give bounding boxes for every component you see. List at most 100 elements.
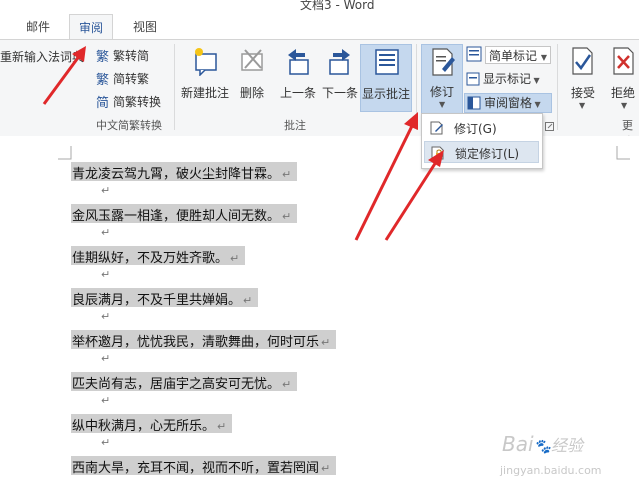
reviewing-pane-label: 审阅窗格 xyxy=(484,96,533,110)
accept-button[interactable]: 接受 ▼ xyxy=(563,44,603,112)
document-line[interactable]: 佳期纵好，不及万姓齐歌。 ↵ xyxy=(71,246,246,266)
dialog-launcher-icon[interactable] xyxy=(545,120,555,131)
group-separator xyxy=(557,44,558,130)
arrow-right-icon xyxy=(329,49,350,75)
ribbon-tabs: 邮件 审阅 视图 xyxy=(0,14,639,40)
document-line[interactable]: 西南大旱，充耳不闻，视而不听，置若罔闻 ↵ xyxy=(71,456,337,476)
previous-comment-label: 上一条 xyxy=(279,86,316,100)
empty-paragraph-mark: ↵ xyxy=(101,310,111,323)
window-title: 文档3 - Word xyxy=(300,0,375,12)
group-separator xyxy=(416,44,417,130)
accept-icon xyxy=(572,47,593,75)
paragraph-mark: ↵ xyxy=(321,462,331,475)
track-changes-menu: 修订(G) 锁定修订(L) xyxy=(421,113,543,169)
reviewing-pane-icon xyxy=(467,96,481,110)
menu-item-label: 修订(G) xyxy=(454,122,497,136)
watermark-url: jingyan.baidu.com xyxy=(500,464,602,477)
empty-paragraph-mark: ↵ xyxy=(101,268,111,281)
new-comment-button[interactable]: 新建批注 xyxy=(180,44,230,112)
track-changes-icon xyxy=(432,48,455,76)
markup-icon xyxy=(466,46,482,62)
paragraph-mark: ↵ xyxy=(243,294,253,307)
conversion-label: 简繁转换 xyxy=(113,95,162,109)
document-line[interactable]: 举杯邀月，忧忧我民，清歌舞曲，何时可乐 ↵ xyxy=(71,330,337,350)
group-separator xyxy=(174,44,175,130)
delete-comment-label: 删除 xyxy=(239,86,264,100)
show-comments-label: 显示批注 xyxy=(361,87,410,101)
show-markup-icon xyxy=(466,72,480,86)
chevron-down-icon: ▼ xyxy=(621,101,628,110)
reject-label: 拒绝 xyxy=(611,86,636,100)
empty-paragraph-mark: ↵ xyxy=(101,394,111,407)
next-comment-button[interactable]: 下一条 xyxy=(320,44,360,112)
chevron-down-icon: ▼ xyxy=(540,53,547,62)
line-text: 匹夫尚有志，居庙宇之高安可无忧。 xyxy=(72,377,281,392)
ribbon: 重新输入法词典 繁繁转简 繁简转繁 简简繁转换 中文简繁转换 新建批注 删除 上… xyxy=(0,39,639,148)
menu-item-lock-tracking[interactable]: 锁定修订(L) xyxy=(424,141,539,163)
chevron-down-icon: ▼ xyxy=(532,100,541,109)
document-line[interactable]: 纵中秋满月，心无所乐。 ↵ xyxy=(71,414,233,434)
to-traditional-button[interactable]: 繁简转繁 xyxy=(96,70,149,90)
line-text: 金风玉露一相逢，便胜却人间无数。 xyxy=(72,209,281,224)
delete-comment-button[interactable]: 删除 xyxy=(229,44,275,112)
reviewing-pane-button[interactable]: 审阅窗格 ▼ xyxy=(464,93,552,113)
empty-paragraph-mark: ↵ xyxy=(101,436,111,449)
arrow-left-icon xyxy=(288,49,309,75)
tab-mailings[interactable]: 邮件 xyxy=(26,18,50,35)
previous-comment-button[interactable]: 上一条 xyxy=(276,44,320,112)
chevron-down-icon: ▼ xyxy=(531,76,540,85)
document-line[interactable]: 青龙凌云驾九霄，破火尘封降甘霖。 ↵ xyxy=(71,162,298,182)
line-text: 西南大旱，充耳不闻，视而不听，置若罔闻 xyxy=(72,461,320,476)
empty-paragraph-mark: ↵ xyxy=(101,184,111,197)
chevron-down-icon: ▼ xyxy=(579,101,586,110)
comments-group-label: 批注 xyxy=(284,119,306,132)
track-changes-label: 修订 xyxy=(429,85,454,99)
line-text: 举杯邀月，忧忧我民，清歌舞曲，何时可乐 xyxy=(72,335,320,350)
document-line[interactable]: 匹夫尚有志，居庙宇之高安可无忧。 ↵ xyxy=(71,372,298,392)
new-comment-icon xyxy=(195,48,217,76)
markup-dropdown[interactable]: 简单标记 ▼ xyxy=(485,46,551,64)
line-text: 纵中秋满月，心无所乐。 xyxy=(72,419,216,434)
to-traditional-label: 简转繁 xyxy=(113,72,150,86)
menu-item-label: 锁定修订(L) xyxy=(455,147,520,161)
lock-tracking-icon xyxy=(431,146,444,160)
to-simplified-icon: 繁 xyxy=(96,49,109,63)
margin-corner-mark xyxy=(616,146,630,160)
accept-label: 接受 xyxy=(570,86,595,100)
svg-text:繁: 繁 xyxy=(96,72,109,86)
margin-corner-mark xyxy=(58,146,72,160)
delete-comment-icon xyxy=(241,49,263,71)
menu-item-track-changes[interactable]: 修订(G) xyxy=(424,117,539,139)
line-text: 良辰满月，不及千里共婵娟。 xyxy=(72,293,242,308)
show-comments-icon xyxy=(375,49,399,75)
track-changes-button[interactable]: 修订 ▼ xyxy=(421,44,463,116)
svg-text:简: 简 xyxy=(96,95,109,109)
ime-reconvert-button[interactable]: 重新输入法词典 xyxy=(0,48,84,68)
show-comments-button[interactable]: 显示批注 xyxy=(360,44,412,112)
markup-dropdown-value: 简单标记 xyxy=(489,49,538,63)
show-markup-label: 显示标记 xyxy=(483,72,532,86)
to-simplified-button[interactable]: 繁繁转简 xyxy=(96,47,149,67)
paragraph-mark: ↵ xyxy=(282,168,292,181)
document-line[interactable]: 金风玉露一相逢，便胜却人间无数。 ↵ xyxy=(71,204,298,224)
track-changes-icon xyxy=(430,121,443,135)
reject-icon xyxy=(613,47,634,75)
line-text: 青龙凌云驾九霄，破火尘封降甘霖。 xyxy=(72,167,281,182)
chinese-conv-group-label: 中文简繁转换 xyxy=(96,119,162,132)
new-comment-label: 新建批注 xyxy=(180,86,229,100)
to-traditional-icon: 繁 xyxy=(96,72,109,86)
conversion-button[interactable]: 简简繁转换 xyxy=(96,93,161,113)
paragraph-mark: ↵ xyxy=(321,336,331,349)
reject-button[interactable]: 拒绝 ▼ xyxy=(605,44,639,112)
next-comment-label: 下一条 xyxy=(321,86,358,100)
tab-view[interactable]: 视图 xyxy=(133,18,157,35)
paragraph-mark: ↵ xyxy=(282,210,292,223)
tab-review[interactable]: 审阅 xyxy=(69,14,114,40)
document-line[interactable]: 良辰满月，不及千里共婵娟。 ↵ xyxy=(71,288,259,308)
paragraph-mark: ↵ xyxy=(230,252,240,265)
show-markup-button[interactable]: 显示标记 ▼ xyxy=(466,70,540,90)
svg-text:繁: 繁 xyxy=(96,49,109,63)
paragraph-mark: ↵ xyxy=(282,378,292,391)
chevron-down-icon: ▼ xyxy=(439,100,446,109)
conversion-icon: 简 xyxy=(96,95,109,109)
